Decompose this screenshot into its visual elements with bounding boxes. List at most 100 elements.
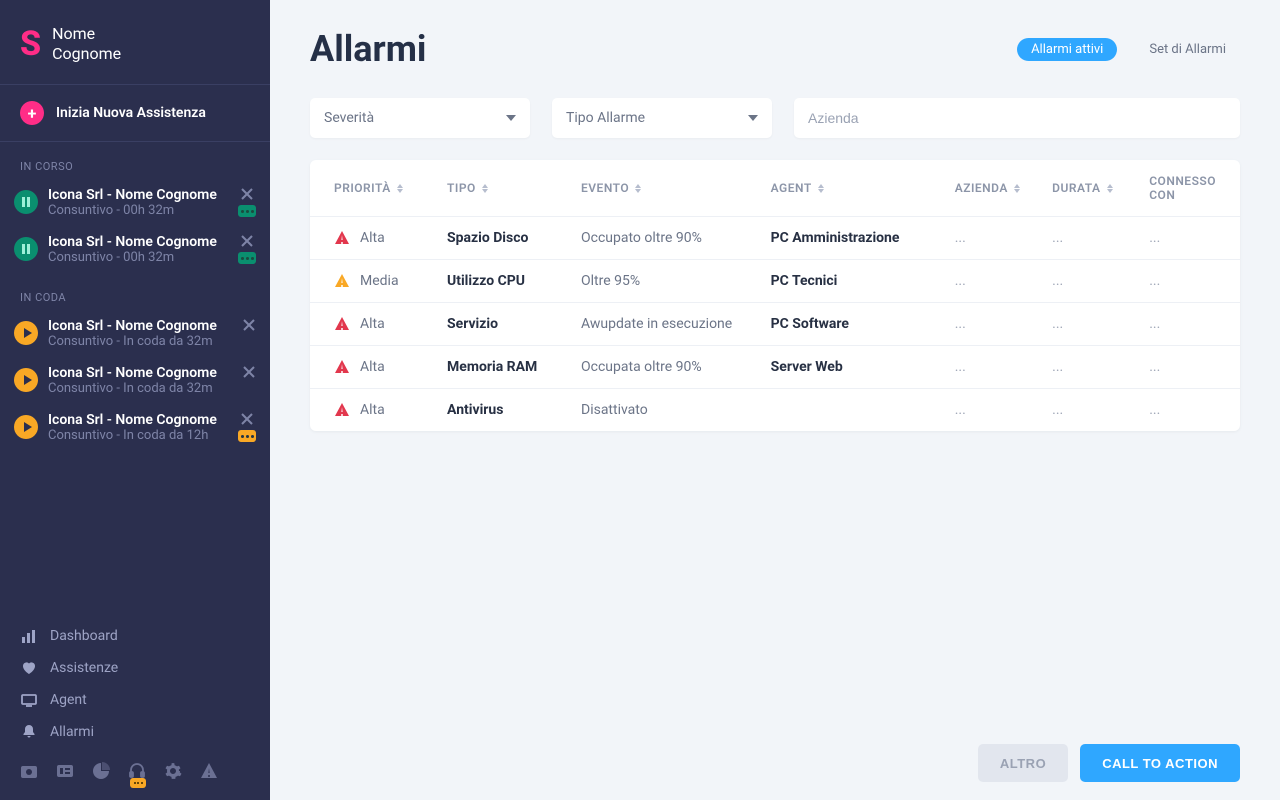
main: Allarmi Allarmi attivi Set di Allarmi Se… — [270, 0, 1280, 800]
severity-label: Alta — [360, 402, 385, 418]
user-name: Nome Cognome — [52, 24, 121, 64]
page-tabs: Allarmi attivi Set di Allarmi — [1017, 38, 1240, 61]
tipo-cell: Spazio Disco — [437, 217, 571, 260]
section-in-coda: In Coda — [0, 273, 270, 310]
tipo-cell: Memoria RAM — [437, 346, 571, 389]
table-row[interactable]: AltaMemoria RAMOccupata oltre 90%Server … — [310, 346, 1240, 389]
severity-icon — [334, 359, 350, 375]
severity-icon — [334, 230, 350, 246]
tab-allarmi-attivi[interactable]: Allarmi attivi — [1017, 38, 1117, 61]
headset-icon[interactable] — [128, 762, 146, 780]
session-title: Icona Srl - Nome Cognome — [48, 412, 228, 428]
sidebar-header: S Nome Cognome — [0, 0, 270, 84]
nav-bottom: Dashboard Assistenze Agent Allarmi — [0, 620, 270, 800]
tipo-cell: Servizio — [437, 303, 571, 346]
col-connesso[interactable]: Connesso con — [1139, 160, 1240, 217]
table-header-row: Priorità Tipo Evento Agent Azienda Durat… — [310, 160, 1240, 217]
evento-cell: Disattivato — [571, 389, 761, 432]
session-in-corso[interactable]: Icona Srl - Nome Cognome Consuntivo - 00… — [0, 226, 270, 273]
col-durata[interactable]: Durata — [1042, 160, 1139, 217]
nav-label: Dashboard — [50, 628, 118, 644]
session-subtitle: Consuntivo - In coda da 12h — [48, 428, 228, 443]
azienda-cell: ... — [945, 217, 1042, 260]
nav-label: Allarmi — [50, 724, 94, 740]
tab-set-allarmi[interactable]: Set di Allarmi — [1135, 38, 1240, 61]
session-badge[interactable] — [238, 430, 256, 442]
close-icon[interactable] — [240, 412, 254, 426]
tipo-cell: Utilizzo CPU — [437, 260, 571, 303]
filters: Severità Tipo Allarme — [310, 98, 1240, 138]
camera-icon[interactable] — [20, 762, 38, 780]
agent-cell — [761, 389, 945, 432]
close-icon[interactable] — [240, 187, 254, 201]
table-row[interactable]: Alta Spazio DiscoOccupato oltre 90%PC Amm… — [310, 217, 1240, 260]
nav-label: Agent — [50, 692, 87, 708]
pause-icon — [14, 237, 38, 261]
company-input[interactable] — [808, 110, 1226, 126]
connesso-cell: ... — [1139, 346, 1240, 389]
warning-icon[interactable] — [200, 762, 218, 780]
severity-label: Alta — [360, 230, 385, 246]
gear-icon[interactable] — [164, 762, 182, 780]
close-icon[interactable] — [242, 318, 256, 332]
user-last: Cognome — [52, 44, 121, 64]
session-in-corso[interactable]: Icona Srl - Nome Cognome Consuntivo - 00… — [0, 179, 270, 226]
nav-agent[interactable]: Agent — [0, 684, 270, 716]
severity-icon — [334, 316, 350, 332]
agent-cell: PC Software — [761, 303, 945, 346]
session-title: Icona Srl - Nome Cognome — [48, 234, 228, 250]
nav-allarmi[interactable]: Allarmi — [0, 716, 270, 748]
close-icon[interactable] — [242, 365, 256, 379]
sidebar-toolbar — [0, 748, 270, 790]
session-subtitle: Consuntivo - 00h 32m — [48, 203, 228, 218]
evento-cell: Occupato oltre 90% — [571, 217, 761, 260]
alarm-type-select[interactable]: Tipo Allarme — [552, 98, 772, 138]
col-evento[interactable]: Evento — [571, 160, 761, 217]
id-icon[interactable] — [56, 762, 74, 780]
footer: ALTRO CALL TO ACTION — [270, 726, 1280, 800]
start-assistance-button[interactable]: + Inizia Nuova Assistenza — [0, 84, 270, 142]
severity-label: Media — [360, 273, 399, 289]
connesso-cell: ... — [1139, 217, 1240, 260]
logo: S — [20, 24, 40, 64]
col-priorita[interactable]: Priorità — [310, 160, 437, 217]
session-subtitle: Consuntivo - 00h 32m — [48, 250, 228, 265]
user-first: Nome — [52, 24, 121, 44]
durata-cell: ... — [1042, 217, 1139, 260]
close-icon[interactable] — [240, 234, 254, 248]
chevron-down-icon — [748, 115, 758, 121]
company-input-wrap — [794, 98, 1240, 138]
session-badge[interactable] — [238, 205, 256, 217]
severity-select[interactable]: Severità — [310, 98, 530, 138]
monitor-icon — [20, 691, 38, 709]
session-in-coda[interactable]: Icona Srl - Nome Cognome Consuntivo - In… — [0, 310, 270, 357]
agent-cell: PC Amministrazione — [761, 217, 945, 260]
page-title: Allarmi — [310, 28, 426, 70]
severity-icon — [334, 402, 350, 418]
table-row[interactable]: AltaAntivirusDisattivato......... — [310, 389, 1240, 432]
session-in-coda[interactable]: Icona Srl - Nome Cognome Consuntivo - In… — [0, 404, 270, 451]
pie-icon[interactable] — [92, 762, 110, 780]
col-azienda[interactable]: Azienda — [945, 160, 1042, 217]
nav-dashboard[interactable]: Dashboard — [0, 620, 270, 652]
page-head: Allarmi Allarmi attivi Set di Allarmi — [310, 28, 1240, 70]
session-title: Icona Srl - Nome Cognome — [48, 318, 232, 334]
secondary-button[interactable]: ALTRO — [978, 744, 1068, 782]
tipo-cell: Antivirus — [437, 389, 571, 432]
table-row[interactable]: AltaServizioAwupdate in esecuzionePC Sof… — [310, 303, 1240, 346]
agent-cell: PC Tecnici — [761, 260, 945, 303]
col-agent[interactable]: Agent — [761, 160, 945, 217]
col-tipo[interactable]: Tipo — [437, 160, 571, 217]
azienda-cell: ... — [945, 346, 1042, 389]
headset-badge — [130, 778, 146, 788]
nav-assistenze[interactable]: Assistenze — [0, 652, 270, 684]
table-row[interactable]: MediaUtilizzo CPUOltre 95%PC Tecnici....… — [310, 260, 1240, 303]
nav-label: Assistenze — [50, 660, 118, 676]
session-in-coda[interactable]: Icona Srl - Nome Cognome Consuntivo - In… — [0, 357, 270, 404]
play-icon — [14, 415, 38, 439]
session-badge[interactable] — [238, 252, 256, 264]
heart-icon — [20, 659, 38, 677]
primary-button[interactable]: CALL TO ACTION — [1080, 744, 1240, 782]
section-in-corso: In Corso — [0, 142, 270, 179]
azienda-cell: ... — [945, 260, 1042, 303]
